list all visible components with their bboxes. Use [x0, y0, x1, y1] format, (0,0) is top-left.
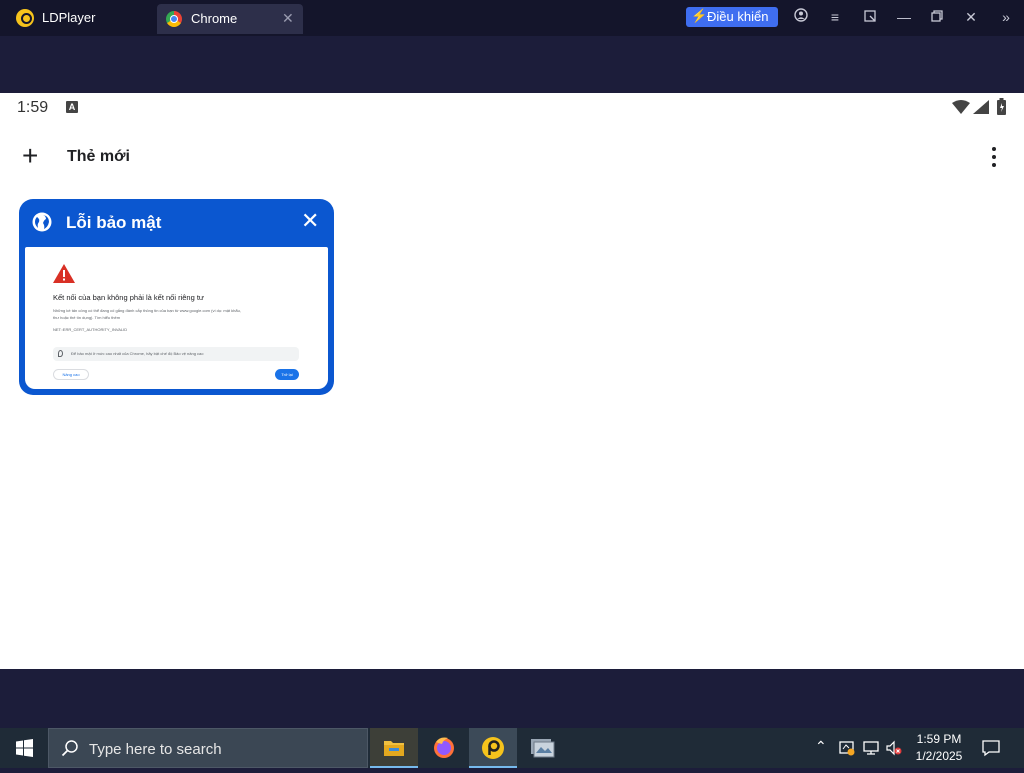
- new-tab-label[interactable]: Thẻ mới: [67, 148, 130, 166]
- ldplayer-logo-icon: [16, 9, 34, 27]
- preview-line: Những kẻ tấn công có thể đang cố gắng đá…: [53, 308, 241, 313]
- tray-app-icon[interactable]: [838, 739, 856, 757]
- tab-label: Chrome: [191, 11, 238, 26]
- emulator-title-bar: LDPlayer Chrome ✕ ⚡ Điều khiển ≡ — ✕ »: [0, 0, 1024, 36]
- minimize-icon[interactable]: —: [895, 8, 913, 26]
- tray-chevron-up-icon[interactable]: ⌃: [815, 738, 827, 755]
- preview-back-button: Trở lại: [275, 369, 299, 380]
- tab-card[interactable]: Lỗi bảo mật ✕ Kết nối của bạn không phải…: [19, 199, 334, 395]
- status-bar-time: 1:59: [17, 99, 49, 116]
- taskbar-search-box[interactable]: Type here to search: [48, 728, 368, 768]
- ldplayer-app[interactable]: [469, 728, 517, 768]
- warning-icon: [53, 264, 75, 283]
- folder-icon: [384, 741, 404, 756]
- battery-icon: [997, 98, 1006, 115]
- tab-card-preview: Kết nối của bạn không phải là kết nối ri…: [25, 247, 328, 389]
- preview-advanced-button: Nâng cao: [53, 369, 89, 380]
- wifi-icon: [952, 100, 970, 114]
- search-icon: [61, 740, 78, 757]
- ldplayer-icon: [482, 737, 504, 759]
- lightning-icon: ⚡: [691, 8, 708, 23]
- tab-card-close-icon[interactable]: ✕: [301, 208, 319, 234]
- control-button-label: Điều khiển: [707, 9, 769, 24]
- windows-taskbar: Type here to search ⌃ 1:59 PM 1/2/2025: [0, 728, 1024, 768]
- menu-icon[interactable]: ≡: [826, 8, 844, 26]
- file-explorer-app[interactable]: [370, 728, 418, 768]
- restore-icon[interactable]: [928, 8, 946, 26]
- preview-safety-text: Để bảo mật ở mức cao nhất của Chrome, hã…: [71, 351, 204, 356]
- emulator-frame-top: [0, 36, 1024, 93]
- signal-icon: [973, 100, 989, 114]
- notification-center-icon[interactable]: [982, 739, 1000, 757]
- preview-error-code: NET::ERR_CERT_AUTHORITY_INVALID: [53, 327, 128, 332]
- new-tab-plus-icon[interactable]: +: [22, 142, 38, 170]
- firefox-app[interactable]: [420, 728, 468, 768]
- more-options-icon[interactable]: [986, 145, 1002, 169]
- expand-icon[interactable]: »: [997, 8, 1015, 26]
- preview-heading: Kết nối của bạn không phải là kết nối ri…: [53, 293, 204, 302]
- start-button[interactable]: [0, 728, 48, 768]
- control-button[interactable]: ⚡ Điều khiển: [686, 7, 778, 27]
- app-window-icon: [531, 739, 555, 758]
- emulator-app-name: LDPlayer: [42, 10, 96, 25]
- resize-icon[interactable]: [861, 8, 879, 26]
- clock-date[interactable]: 1/2/2025: [910, 749, 968, 763]
- network-icon[interactable]: [862, 739, 880, 757]
- chrome-icon: [166, 11, 182, 27]
- android-screen: 1:59 A + Thẻ mới Lỗi bảo mật ✕ Kết nối c…: [0, 93, 1024, 669]
- preview-safety-bar: Để bảo mật ở mức cao nhất của Chrome, hã…: [53, 347, 299, 361]
- firefox-icon: [434, 737, 454, 758]
- close-icon[interactable]: ✕: [962, 8, 980, 26]
- other-app[interactable]: [518, 728, 566, 768]
- tab-card-title: Lỗi bảo mật: [66, 213, 162, 232]
- windows-logo-icon: [16, 739, 33, 757]
- account-icon[interactable]: [792, 8, 810, 26]
- status-badge-icon: A: [66, 101, 78, 113]
- bulb-icon: [58, 350, 63, 357]
- tab-chrome[interactable]: Chrome ✕: [157, 4, 303, 34]
- volume-muted-icon[interactable]: [885, 739, 903, 757]
- emulator-frame-bottom: [0, 669, 1024, 728]
- clock-time[interactable]: 1:59 PM: [910, 732, 968, 746]
- preview-line: thư hoặc thẻ tín dụng). Tìm hiểu thêm: [53, 315, 121, 320]
- globe-icon: [32, 212, 52, 232]
- tab-close-icon[interactable]: ✕: [282, 10, 294, 27]
- search-placeholder: Type here to search: [89, 741, 222, 758]
